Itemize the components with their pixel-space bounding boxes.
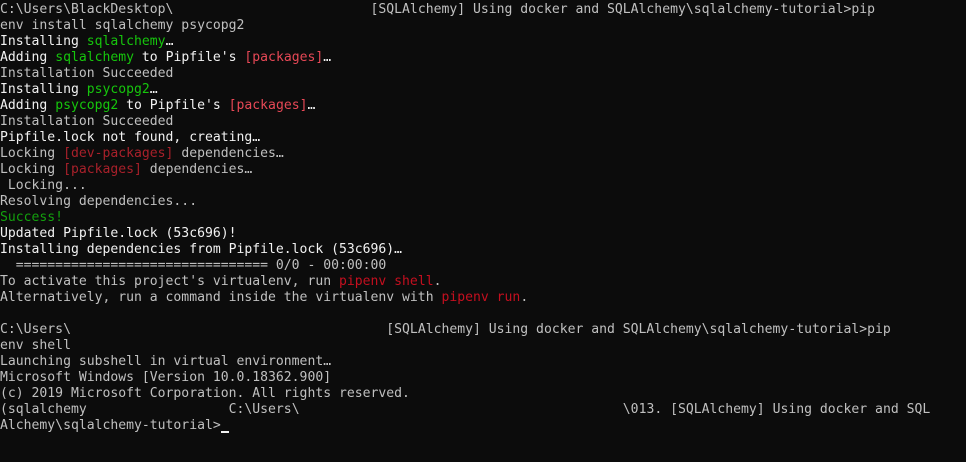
console-text: (sqlalchemy (0, 402, 87, 417)
console-text: Alchemy\sqlalchemy-tutorial> (0, 418, 221, 433)
console-line: Installation Succeeded (0, 114, 966, 130)
console-line: Pipfile.lock not found, creating… (0, 130, 966, 146)
console-line: Installing psycopg2… (0, 82, 966, 98)
console-line: (c) 2019 Microsoft Corporation. All righ… (0, 386, 966, 402)
console-text: sqlalchemy (55, 50, 135, 65)
console-text: (c) 2019 Microsoft Corporation. All righ… (0, 386, 410, 401)
console-text: [packages] (244, 50, 324, 65)
console-text: Success! (0, 210, 64, 225)
console-output[interactable]: C:\Users\BlackDesktop\ [SQLAlchemy] Usin… (0, 2, 966, 462)
console-text: [SQLAlchemy] Using docker and SQLAlchemy… (386, 322, 891, 337)
console-text: … (323, 50, 332, 65)
console-text: ================================ 0/0 - 0… (0, 258, 387, 273)
console-line: Alternatively, run a command inside the … (0, 290, 966, 306)
console-text: Adding (0, 98, 56, 113)
console-text: to Pipfile's (118, 98, 229, 113)
console-text: [packages] (228, 98, 308, 113)
console-line: Installing dependencies from Pipfile.loc… (0, 242, 966, 258)
console-text: Locking... (0, 178, 87, 193)
console-text: To activate this project's virtualenv, r… (0, 274, 339, 289)
console-text: . (520, 290, 529, 305)
console-text: . (433, 274, 442, 289)
console-line: ================================ 0/0 - 0… (0, 258, 966, 274)
console-text: C:\Users\ (0, 322, 71, 337)
console-line: Installation Succeeded (0, 66, 966, 82)
console-text: sqlalchemy (86, 34, 166, 49)
console-line: env install sqlalchemy psycopg2 (0, 18, 966, 34)
console-text: Installation Succeeded (0, 114, 174, 129)
console-line: (sqlalchemy C:\Users\ \013. [SQLAlchemy]… (0, 402, 966, 418)
console-text: \013. [SQLAlchemy] Using docker and SQL (622, 402, 931, 417)
console-text: Locking (0, 146, 64, 161)
console-text: Installing dependencies from Pipfile.loc… (0, 242, 403, 257)
console-text: Installing (0, 82, 87, 97)
console-line: C:\Users\ [SQLAlchemy] Using docker and … (0, 322, 966, 338)
console-line: Adding psycopg2 to Pipfile's [packages]… (0, 98, 966, 114)
console-text: … (165, 34, 174, 49)
console-line: env shell (0, 338, 966, 354)
console-text: C:\Users\ (228, 402, 300, 417)
text-cursor (220, 431, 229, 433)
console-text: Adding (0, 50, 56, 65)
console-line: Installing sqlalchemy… (0, 34, 966, 50)
console-text: [dev-packages] (63, 146, 174, 161)
console-text: … (307, 98, 316, 113)
console-line: Updated Pipfile.lock (53c696)! (0, 226, 966, 242)
console-line: Success! (0, 210, 966, 226)
console-text: pipenv run (441, 290, 521, 305)
console-line: Locking [packages] dependencies… (0, 162, 966, 178)
console-text: [SQLAlchemy] Using docker and SQLAlchemy… (370, 2, 876, 17)
console-scrollbar[interactable] (960, 0, 966, 462)
console-line: To activate this project's virtualenv, r… (0, 274, 966, 290)
console-text: Locking (0, 162, 64, 177)
console-text: [packages] (63, 162, 142, 177)
console-text: Alternatively, run a command inside the … (0, 290, 442, 305)
console-text: to Pipfile's (134, 50, 245, 65)
console-text: Installation Succeeded (0, 66, 174, 81)
console-text: pipenv shell (338, 274, 434, 289)
console-text: Pipfile.lock not found, creating… (0, 130, 261, 145)
console-line: Locking... (0, 178, 966, 194)
console-text: Microsoft Windows [Version 10.0.18362.90… (0, 370, 332, 385)
console-line: Resolving dependencies... (0, 194, 966, 210)
console-text: … (149, 82, 158, 97)
console-text: env shell (0, 338, 71, 353)
console-line: Launching subshell in virtual environmen… (0, 354, 966, 370)
console-line: C:\Users\BlackDesktop\ [SQLAlchemy] Usin… (0, 2, 966, 18)
console-text: Installing (0, 34, 87, 49)
console-text: C:\Users\BlackDesktop\ (0, 2, 174, 17)
console-line: Microsoft Windows [Version 10.0.18362.90… (0, 370, 966, 386)
console-text: dependencies… (141, 162, 253, 177)
console-line: Alchemy\sqlalchemy-tutorial> (0, 418, 966, 434)
console-text: env install sqlalchemy psycopg2 (0, 18, 245, 33)
console-text: psycopg2 (55, 98, 119, 113)
console-text: psycopg2 (86, 82, 150, 97)
console-text: Updated Pipfile.lock (53c696)! (0, 226, 237, 241)
console-line: Locking [dev-packages] dependencies… (0, 146, 966, 162)
console-text: Resolving dependencies... (0, 194, 198, 209)
console-text: dependencies… (173, 146, 284, 161)
console-text: Launching subshell in virtual environmen… (0, 354, 332, 369)
console-line: Adding sqlalchemy to Pipfile's [packages… (0, 50, 966, 66)
